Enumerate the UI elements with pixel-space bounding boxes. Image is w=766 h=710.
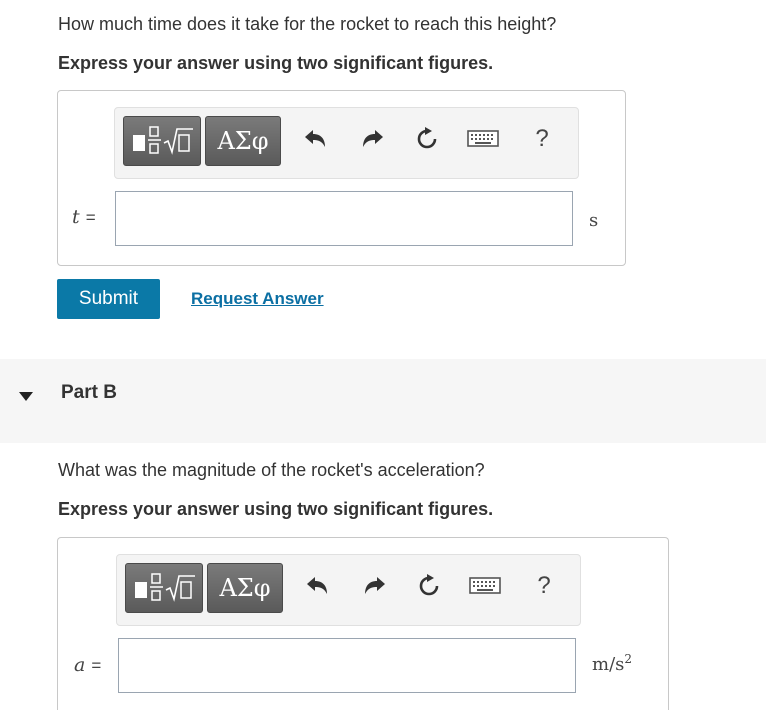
templates-icon: [133, 126, 193, 155]
part-b-math-toolbar: ΑΣφ ?: [116, 554, 581, 626]
part-a-question: How much time does it take for the rocke…: [58, 14, 557, 34]
help-icon: ?: [537, 572, 551, 599]
part-a-variable: t: [72, 206, 80, 228]
greek-symbols-icon: ΑΣφ: [219, 574, 271, 602]
undo-icon: [307, 577, 327, 594]
part-a-unit: s: [589, 210, 599, 231]
undo-button[interactable]: [299, 122, 333, 156]
collapse-triangle-icon[interactable]: [19, 389, 33, 407]
redo-icon: [365, 577, 385, 594]
help-icon: ?: [535, 125, 549, 152]
undo-button[interactable]: [301, 569, 335, 603]
redo-icon: [363, 130, 383, 147]
part-a-answer-panel: ΑΣφ ? t = s: [57, 90, 626, 266]
templates-button[interactable]: [123, 116, 201, 166]
part-b-variable-label: a =: [74, 654, 101, 676]
undo-icon: [305, 130, 325, 147]
keyboard-icon: [467, 130, 499, 147]
greek-symbols-icon: ΑΣφ: [217, 127, 269, 155]
part-a-instruction: Express your answer using two significan…: [58, 53, 494, 73]
templates-icon: [135, 573, 195, 602]
part-b-equals: =: [91, 656, 102, 675]
part-a-answer-input[interactable]: [115, 191, 573, 246]
reset-button[interactable]: [410, 122, 444, 156]
reset-button[interactable]: [412, 569, 446, 603]
part-a-variable-label: t =: [72, 206, 96, 228]
reset-icon: [417, 127, 437, 149]
help-button[interactable]: ?: [525, 122, 559, 156]
part-b-question: What was the magnitude of the rocket's a…: [58, 460, 485, 480]
part-b-variable: a: [74, 654, 86, 676]
request-answer-link[interactable]: Request Answer: [191, 289, 324, 309]
part-b-unit: m/s2: [592, 652, 632, 675]
redo-button[interactable]: [357, 569, 391, 603]
part-a-equals: =: [85, 208, 96, 227]
part-b-title: Part B: [61, 382, 117, 403]
part-b-instruction: Express your answer using two significan…: [58, 499, 494, 519]
part-b-answer-input[interactable]: [118, 638, 576, 693]
templates-button[interactable]: [125, 563, 203, 613]
submit-button[interactable]: Submit: [57, 279, 160, 319]
redo-button[interactable]: [355, 122, 389, 156]
part-b-answer-panel: ΑΣφ ? a = m/s2: [57, 537, 669, 710]
part-a-math-toolbar: ΑΣφ ?: [114, 107, 579, 179]
part-b-unit-exponent: 2: [624, 652, 633, 666]
keyboard-button[interactable]: [468, 569, 502, 603]
part-b-unit-base: m/s: [592, 654, 625, 675]
help-button[interactable]: ?: [527, 569, 561, 603]
greek-symbols-button[interactable]: ΑΣφ: [207, 563, 283, 613]
greek-symbols-button[interactable]: ΑΣφ: [205, 116, 281, 166]
keyboard-icon: [469, 577, 501, 594]
reset-icon: [419, 574, 439, 596]
keyboard-button[interactable]: [466, 122, 500, 156]
